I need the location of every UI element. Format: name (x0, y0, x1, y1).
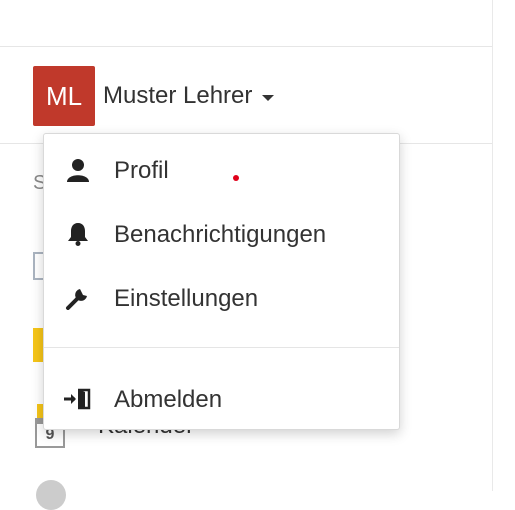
bell-icon (63, 222, 93, 246)
folder-icon[interactable] (33, 328, 43, 362)
caret-down-icon (262, 94, 275, 101)
menu-item-label: Abmelden (114, 386, 223, 413)
avatar: ML (33, 66, 95, 126)
menu-item-label: Einstellungen (114, 285, 259, 312)
sidebar-edge (492, 0, 493, 491)
wrench-icon (63, 286, 93, 310)
header-divider (0, 46, 492, 47)
sidebar-circle-icon[interactable] (36, 480, 66, 510)
menu-item-label: Benachrichtigungen (114, 221, 327, 248)
notification-dot (233, 175, 239, 181)
menu-item-abmelden[interactable]: Abmelden (44, 375, 399, 423)
menu-divider (44, 347, 399, 348)
user-menu-toggle[interactable]: ML Muster Lehrer (33, 66, 275, 126)
menu-item-einstellungen[interactable]: Einstellungen (44, 274, 399, 322)
logout-icon (63, 387, 93, 411)
user-dropdown-menu: Profil Benachrichtigungen Einstellungen (43, 133, 400, 430)
menu-item-profil[interactable]: Profil (44, 146, 399, 194)
avatar-initials: ML (45, 80, 83, 111)
user-icon (63, 158, 93, 182)
menu-item-benachrichtigungen[interactable]: Benachrichtigungen (44, 210, 399, 258)
menu-item-label: Profil (114, 157, 169, 184)
user-name: Muster Lehrer (103, 82, 253, 109)
